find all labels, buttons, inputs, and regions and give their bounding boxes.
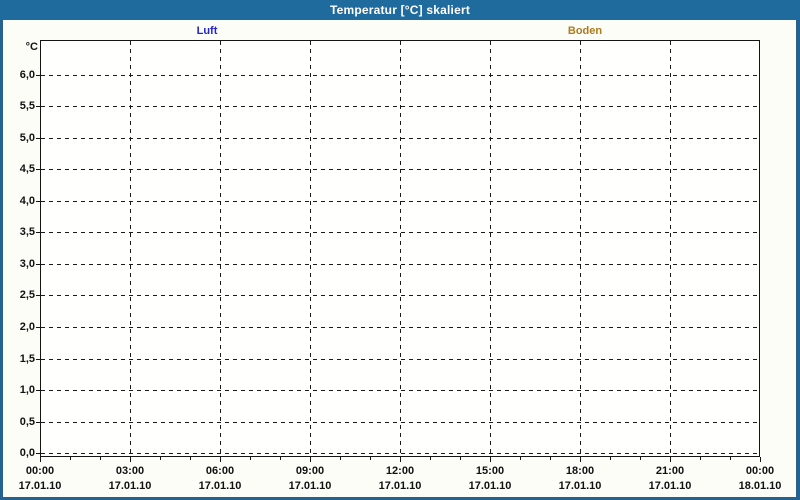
y-axis-tick-label: 0,0 bbox=[19, 447, 35, 460]
y-axis-tick-label: 1,5 bbox=[19, 352, 35, 365]
y-axis-tick-label: 4,0 bbox=[19, 194, 35, 207]
y-axis-tick-label: 4,5 bbox=[19, 163, 35, 176]
plot-area bbox=[40, 40, 760, 457]
y-axis-tick-label: 3,5 bbox=[19, 226, 35, 239]
x-axis-major-tick bbox=[130, 457, 131, 462]
y-axis-tick-label: 5,5 bbox=[19, 100, 35, 113]
y-axis-tick-label: 3,0 bbox=[19, 257, 35, 270]
x-axis-minor-tick bbox=[370, 457, 371, 460]
x-axis-date-label: 17.01.10 bbox=[648, 480, 692, 492]
chart-title-bar: Temperatur [°C] skaliert bbox=[0, 0, 800, 20]
y-axis-tick bbox=[36, 74, 40, 76]
y-axis-tick bbox=[36, 106, 40, 108]
x-axis-minor-tick bbox=[430, 457, 431, 460]
x-axis-date-label: 17.01.10 bbox=[18, 480, 62, 492]
vertical-gridline bbox=[580, 41, 581, 456]
chart-title: Temperatur [°C] skaliert bbox=[329, 3, 471, 17]
x-axis-time-label: 00:00 bbox=[745, 465, 775, 477]
vertical-gridline bbox=[400, 41, 401, 456]
y-axis-tick bbox=[36, 295, 40, 297]
vertical-gridline bbox=[490, 41, 491, 456]
x-axis-date-label: 17.01.10 bbox=[198, 480, 242, 492]
x-axis-minor-tick bbox=[160, 457, 161, 460]
legend-item-boden: Boden bbox=[567, 25, 603, 37]
x-axis-major-tick bbox=[40, 457, 41, 462]
x-axis-minor-tick bbox=[610, 457, 611, 460]
x-axis-major-tick bbox=[400, 457, 401, 462]
x-axis-time-label: 00:00 bbox=[25, 465, 55, 477]
x-axis-date-label: 17.01.10 bbox=[288, 480, 332, 492]
x-axis-minor-tick bbox=[280, 457, 281, 460]
x-axis-minor-tick bbox=[520, 457, 521, 460]
x-axis-time-label: 03:00 bbox=[115, 465, 145, 477]
y-axis-tick-label: 0,5 bbox=[19, 415, 35, 428]
y-axis-tick-label: 5,0 bbox=[19, 131, 35, 144]
y-axis-unit-label: °C bbox=[25, 41, 38, 53]
y-axis-tick bbox=[36, 263, 40, 265]
y-axis-tick bbox=[36, 169, 40, 171]
x-axis-time-label: 15:00 bbox=[475, 465, 505, 477]
x-axis-minor-tick bbox=[640, 457, 641, 460]
y-axis-tick bbox=[36, 390, 40, 392]
y-axis-tick bbox=[36, 137, 40, 139]
y-axis-tick bbox=[36, 421, 40, 423]
x-axis-minor-tick bbox=[550, 457, 551, 460]
y-axis-tick bbox=[36, 358, 40, 360]
y-axis-tick-label: 6,0 bbox=[19, 68, 35, 81]
y-axis-tick bbox=[36, 200, 40, 202]
x-axis-date-label: 18.01.10 bbox=[738, 480, 782, 492]
x-axis-minor-tick bbox=[700, 457, 701, 460]
x-axis-date-label: 17.01.10 bbox=[558, 480, 602, 492]
x-axis-major-tick bbox=[580, 457, 581, 462]
x-axis-major-tick bbox=[760, 457, 761, 462]
x-axis-time-label: 09:00 bbox=[295, 465, 325, 477]
vertical-gridline bbox=[220, 41, 221, 456]
x-axis-time-label: 18:00 bbox=[565, 465, 595, 477]
x-axis-time-label: 12:00 bbox=[385, 465, 415, 477]
x-axis-minor-tick bbox=[100, 457, 101, 460]
vertical-gridline bbox=[670, 41, 671, 456]
y-axis-tick-label: 2,5 bbox=[19, 289, 35, 302]
x-axis-minor-tick bbox=[340, 457, 341, 460]
x-axis-date-label: 17.01.10 bbox=[108, 480, 152, 492]
x-axis-minor-tick bbox=[460, 457, 461, 460]
legend-item-luft: Luft bbox=[196, 25, 218, 37]
x-axis-time-label: 21:00 bbox=[655, 465, 685, 477]
y-axis-tick bbox=[36, 453, 40, 455]
y-axis-tick bbox=[36, 327, 40, 329]
y-axis-tick bbox=[36, 232, 40, 234]
vertical-gridline bbox=[130, 41, 131, 456]
x-axis-date-label: 17.01.10 bbox=[468, 480, 512, 492]
x-axis-major-tick bbox=[310, 457, 311, 462]
x-axis-minor-tick bbox=[70, 457, 71, 460]
x-axis-major-tick bbox=[490, 457, 491, 462]
x-axis-major-tick bbox=[670, 457, 671, 462]
chart-window: Temperatur [°C] skaliert Luft Boden °C 6… bbox=[0, 0, 800, 500]
x-axis-date-label: 17.01.10 bbox=[378, 480, 422, 492]
x-axis-major-tick bbox=[220, 457, 221, 462]
x-axis-minor-tick bbox=[730, 457, 731, 460]
y-axis-tick-label: 2,0 bbox=[19, 321, 35, 334]
x-axis-minor-tick bbox=[190, 457, 191, 460]
y-axis-tick-label: 1,0 bbox=[19, 384, 35, 397]
x-axis-minor-tick bbox=[250, 457, 251, 460]
x-axis-time-label: 06:00 bbox=[205, 465, 235, 477]
vertical-gridline bbox=[310, 41, 311, 456]
